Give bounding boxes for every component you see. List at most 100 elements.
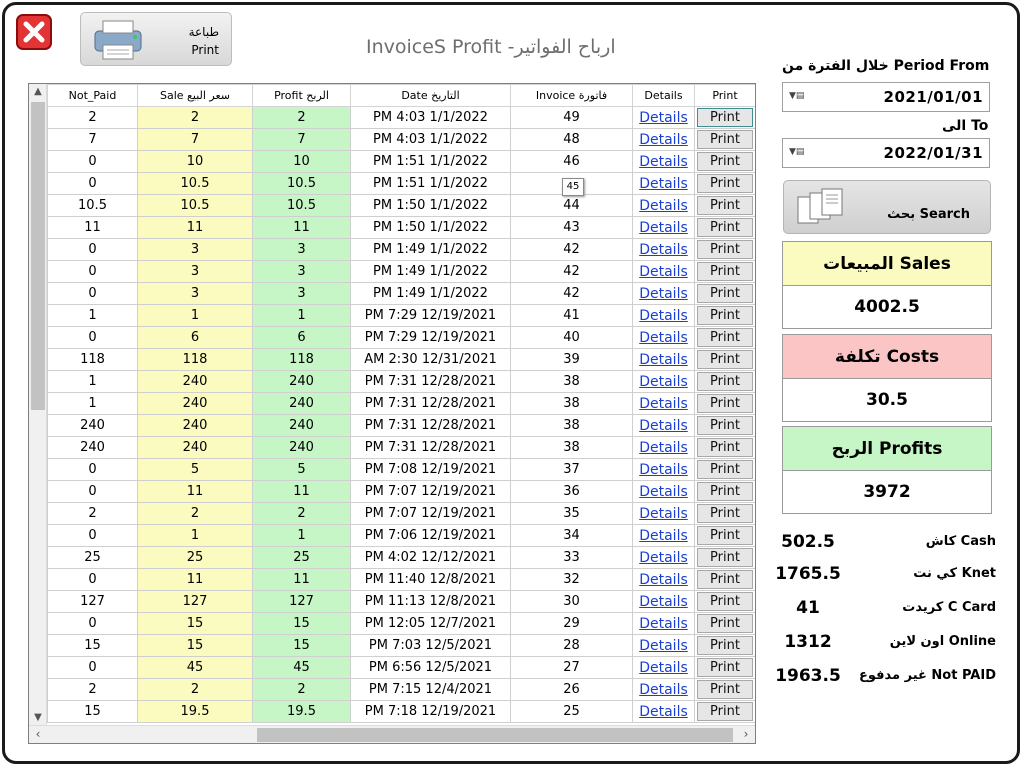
to-date-picker[interactable]: ▼▤ 2022/01/31 — [782, 138, 990, 168]
print-row-button[interactable]: Print — [697, 108, 753, 127]
details-link[interactable]: Details — [639, 308, 688, 324]
col-header-profit[interactable]: Profit الربح — [252, 84, 351, 107]
table-row[interactable]: 15 15 15 PM 7:03 12/5/2021 28 Details Print — [47, 634, 755, 657]
print-row-button[interactable]: Print — [697, 702, 753, 721]
details-link[interactable]: Details — [639, 484, 688, 500]
col-header-print[interactable]: Print — [694, 84, 755, 107]
table-row[interactable]: 0 11 11 PM 11:40 12/8/2021 32 Details Print — [47, 568, 755, 591]
details-link[interactable]: Details — [639, 110, 688, 126]
table-row[interactable]: 2 2 2 PM 4:03 1/1/2022 49 Details Print — [47, 106, 755, 129]
hscrollbar-thumb[interactable] — [257, 728, 733, 742]
details-link[interactable]: Details — [639, 638, 688, 654]
details-link[interactable]: Details — [639, 374, 688, 390]
print-row-button[interactable]: Print — [697, 394, 753, 413]
table-row[interactable]: 0 45 45 PM 6:56 12/5/2021 27 Details Print — [47, 656, 755, 679]
table-row[interactable]: 10.5 10.5 10.5 PM 1:50 1/1/2022 44 Details Pri… — [47, 194, 755, 217]
col-header-not-paid[interactable]: Not_Paid — [47, 84, 138, 107]
print-row-button[interactable]: Print — [697, 372, 753, 391]
details-link[interactable]: Details — [639, 220, 688, 236]
details-link[interactable]: Details — [639, 418, 688, 434]
details-link[interactable]: Details — [639, 396, 688, 412]
print-row-button[interactable]: Print — [697, 306, 753, 325]
print-row-button[interactable]: Print — [697, 482, 753, 501]
print-row-button[interactable]: Print — [697, 658, 753, 677]
details-link[interactable]: Details — [639, 572, 688, 588]
table-row[interactable]: 0 3 3 PM 1:49 1/1/2022 42 Details Print — [47, 282, 755, 305]
table-row[interactable]: 0 6 6 PM 7:29 12/19/2021 40 Details Print — [47, 326, 755, 349]
search-button[interactable]: بحث Search — [783, 180, 991, 234]
details-link[interactable]: Details — [639, 440, 688, 456]
calendar-dropdown-icon[interactable]: ▼▤ — [789, 147, 804, 157]
scroll-down-icon[interactable]: ▼ — [29, 710, 47, 726]
table-row[interactable]: 0 3 3 PM 1:49 1/1/2022 42 Details Print — [47, 238, 755, 261]
print-row-button[interactable]: Print — [697, 526, 753, 545]
details-link[interactable]: Details — [639, 132, 688, 148]
details-link[interactable]: Details — [639, 286, 688, 302]
horizontal-scrollbar[interactable]: ‹ › — [29, 725, 755, 743]
table-row[interactable]: 0 5 5 PM 7:08 12/19/2021 37 Details Print — [47, 458, 755, 481]
details-link[interactable]: Details — [639, 594, 688, 610]
table-row[interactable]: 0 10.5 10.5 PM 1:51 1/1/2022 Details Print — [47, 172, 755, 195]
print-row-button[interactable]: Print — [697, 174, 753, 193]
print-row-button[interactable]: Print — [697, 680, 753, 699]
table-row[interactable]: 1 1 1 PM 7:29 12/19/2021 41 Details Print — [47, 304, 755, 327]
print-row-button[interactable]: Print — [697, 262, 753, 281]
details-link[interactable]: Details — [639, 154, 688, 170]
scroll-right-icon[interactable]: › — [737, 726, 755, 743]
details-link[interactable]: Details — [639, 176, 688, 192]
table-row[interactable]: 118 118 118 AM 2:30 12/31/2021 39 Details Prin… — [47, 348, 755, 371]
table-row[interactable]: 240 240 240 PM 7:31 12/28/2021 38 Details Prin… — [47, 414, 755, 437]
print-row-button[interactable]: Print — [697, 328, 753, 347]
details-link[interactable]: Details — [639, 506, 688, 522]
print-row-button[interactable]: Print — [697, 196, 753, 215]
print-row-button[interactable]: Print — [697, 350, 753, 369]
details-link[interactable]: Details — [639, 264, 688, 280]
details-link[interactable]: Details — [639, 198, 688, 214]
table-row[interactable]: 15 19.5 19.5 PM 7:18 12/19/2021 25 Details Pri… — [47, 700, 755, 723]
print-row-button[interactable]: Print — [697, 504, 753, 523]
close-button[interactable] — [16, 14, 52, 50]
print-row-button[interactable]: Print — [697, 438, 753, 457]
details-link[interactable]: Details — [639, 616, 688, 632]
col-header-date[interactable]: Date التاريخ — [350, 84, 511, 107]
scroll-up-icon[interactable]: ▲ — [29, 84, 47, 100]
table-row[interactable]: 127 127 127 PM 11:13 12/8/2021 30 Details Prin… — [47, 590, 755, 613]
scroll-left-icon[interactable]: ‹ — [29, 726, 47, 743]
scrollbar-thumb[interactable] — [31, 102, 45, 410]
from-date-picker[interactable]: ▼▤ 2021/01/01 — [782, 82, 990, 112]
details-link[interactable]: Details — [639, 660, 688, 676]
print-row-button[interactable]: Print — [697, 218, 753, 237]
table-row[interactable]: 25 25 25 PM 4:02 12/12/2021 33 Details Print — [47, 546, 755, 569]
print-row-button[interactable]: Print — [697, 152, 753, 171]
print-row-button[interactable]: Print — [697, 548, 753, 567]
table-row[interactable]: 2 2 2 PM 7:07 12/19/2021 35 Details Print — [47, 502, 755, 525]
details-link[interactable]: Details — [639, 242, 688, 258]
table-row[interactable]: 1 240 240 PM 7:31 12/28/2021 38 Details Print — [47, 370, 755, 393]
table-row[interactable]: 2 2 2 PM 7:15 12/4/2021 26 Details Print — [47, 678, 755, 701]
table-row[interactable]: 0 11 11 PM 7:07 12/19/2021 36 Details Print — [47, 480, 755, 503]
table-row[interactable]: 0 1 1 PM 7:06 12/19/2021 34 Details Print — [47, 524, 755, 547]
table-row[interactable]: 0 3 3 PM 1:49 1/1/2022 42 Details Print — [47, 260, 755, 283]
vertical-scrollbar[interactable]: ▲ ▼ — [29, 84, 47, 726]
print-row-button[interactable]: Print — [697, 636, 753, 655]
print-row-button[interactable]: Print — [697, 130, 753, 149]
table-row[interactable]: 240 240 240 PM 7:31 12/28/2021 38 Details Prin… — [47, 436, 755, 459]
details-link[interactable]: Details — [639, 528, 688, 544]
print-row-button[interactable]: Print — [697, 284, 753, 303]
details-link[interactable]: Details — [639, 704, 688, 720]
table-row[interactable]: 0 15 15 PM 12:05 12/7/2021 29 Details Print — [47, 612, 755, 635]
print-row-button[interactable]: Print — [697, 570, 753, 589]
print-row-button[interactable]: Print — [697, 592, 753, 611]
print-report-button[interactable]: طباعة Print — [80, 12, 232, 66]
col-header-details[interactable]: Details — [632, 84, 695, 107]
table-row[interactable]: 1 240 240 PM 7:31 12/28/2021 38 Details Print — [47, 392, 755, 415]
details-link[interactable]: Details — [639, 330, 688, 346]
print-row-button[interactable]: Print — [697, 460, 753, 479]
calendar-dropdown-icon[interactable]: ▼▤ — [789, 91, 804, 101]
details-link[interactable]: Details — [639, 550, 688, 566]
col-header-invoice[interactable]: Invoice فاتورة — [510, 84, 633, 107]
print-row-button[interactable]: Print — [697, 416, 753, 435]
table-row[interactable]: 0 10 10 PM 1:51 1/1/2022 46 Details Print — [47, 150, 755, 173]
details-link[interactable]: Details — [639, 352, 688, 368]
col-header-sale[interactable]: Sale سعر البيع — [137, 84, 253, 107]
